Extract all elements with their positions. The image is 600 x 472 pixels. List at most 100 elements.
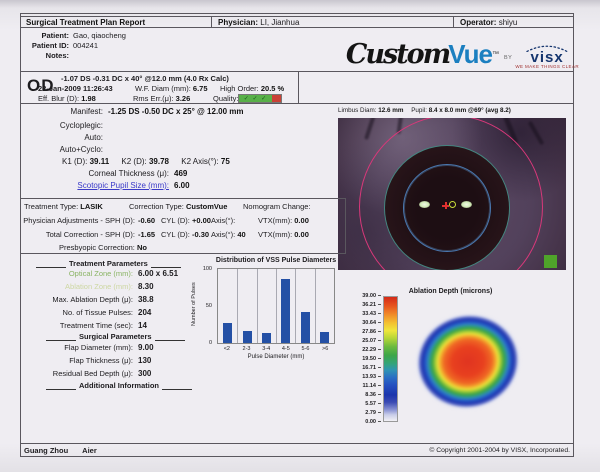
- footer-clinic: Guang ZhouAier: [24, 446, 111, 455]
- bar-chart-ytick: 0: [209, 340, 212, 346]
- logo-trademark: ™: [492, 51, 499, 58]
- bar-chart-xlabel: Pulse Diameter (mm): [205, 354, 347, 360]
- corneal-thickness-value: 469: [174, 169, 187, 178]
- treatment-type: Treatment Type: LASIK: [24, 202, 103, 211]
- adjustments-sph-value: -0.60: [138, 216, 155, 225]
- axis-label-2: Axis(°):: [211, 230, 235, 239]
- optical-zone-label: Optical Zone (mm):: [27, 269, 133, 278]
- scotopic-pupil-link[interactable]: Scotopic Pupil Size (mm):: [77, 181, 169, 190]
- rms-err: Rms Err.(μ): 3.26: [133, 94, 190, 103]
- additional-information-title: Additional Information: [79, 381, 159, 390]
- report-title-cell: Surgical Treatment Plan Report: [20, 17, 212, 27]
- ablation-zone-row: Ablation Zone (mm):8.30: [27, 282, 154, 291]
- colorbar-tick-label: 19.50: [362, 356, 381, 362]
- bar-chart-ytick: 50: [206, 303, 212, 309]
- flap-thickness-row: Flap Thickness (μ):130: [27, 356, 151, 365]
- tissue-pulses-row: No. of Tissue Pulses: 204: [27, 308, 151, 317]
- surgical-parameters-title: Surgical Parameters: [79, 332, 152, 341]
- visx-logo: visx WE MAKE THINGS CLEAR: [515, 45, 579, 69]
- footer-city: Guang Zhou: [24, 446, 68, 455]
- logo-by-text: BY: [504, 55, 512, 61]
- wavefront-exam-box: OD -1.07 DS -0.31 DC x 40° @12.0 mm (4.0…: [20, 71, 574, 104]
- optical-zone-row: Optical Zone (mm): 6.00 x 6.51: [27, 269, 178, 278]
- scanned-report-page: { "colors": { "bar_blue": "#2450a5", "li…: [0, 0, 600, 472]
- eyelash-shadow: [528, 121, 544, 146]
- colorbar-tick-label: 36.21: [362, 302, 381, 308]
- colorbar-tick-label: 30.64: [362, 320, 381, 326]
- footer-copyright: © Copyright 2001-2004 by VISX, Incorpora…: [429, 447, 570, 454]
- colorbar-tick-label: 33.43: [362, 311, 381, 317]
- eyelash-shadow: [364, 118, 376, 140]
- eye-photo: [338, 118, 566, 270]
- quality-checks: ✓ ✓ ✓: [239, 95, 272, 102]
- customvue-logo: CustomVue™ BY visx WE MAKE THINGS CLEAR: [321, 34, 579, 74]
- bar-chart-xtick: >6: [315, 346, 335, 352]
- flap-diameter-label: Flap Diameter (mm):: [27, 343, 133, 352]
- patient-label: Patient:: [25, 31, 69, 40]
- operator-cell: Operator: shiyu: [454, 17, 574, 27]
- physician-value: LI, Jianhua: [260, 18, 299, 27]
- bar-chart-title: Distribution of VSS Pulse Diameters: [205, 257, 347, 264]
- bar-chart-gridline: [295, 269, 296, 343]
- colorbar-tick-label: 25.07: [362, 338, 381, 344]
- nomogram-change-label: Nomogram Change:: [243, 202, 311, 211]
- reflection-dot-right: [461, 201, 472, 208]
- corneal-thickness-label: Corneal Thickness (μ):: [21, 169, 169, 178]
- high-order-value: 20.5 %: [261, 84, 284, 93]
- tissue-pulses-value: 204: [138, 308, 151, 317]
- eye-photo-caption: Limbus Diam: 12.6 mm Pupil: 8.4 x 8.0 mm…: [338, 107, 568, 114]
- cycloplegic-row: Cycloplegic:: [21, 121, 108, 130]
- wf-diam: W.F. Diam (mm): 6.75: [135, 84, 208, 93]
- patient-row: Patient:Gao, qiaocheng: [25, 31, 126, 40]
- total-sph-value: -1.65: [138, 230, 155, 239]
- bar-chart-plot: [217, 268, 335, 344]
- calibration-green-square: [544, 255, 557, 268]
- bar-chart-xtick: 5-6: [296, 346, 316, 352]
- quality-red-segment: [272, 95, 281, 102]
- correction-type-value: CustomVue: [186, 202, 227, 211]
- patient-id-row: Patient ID:004241: [25, 41, 98, 50]
- ablation-colorbar-ticks: 39.0036.2133.4330.6427.8625.0722.2919.50…: [343, 296, 381, 426]
- manifest-label: Manifest:: [21, 107, 103, 116]
- k2-label: K2 (D):: [121, 157, 146, 166]
- eff-blur-value: 1.98: [81, 94, 96, 103]
- bar-chart-xtick: 3-4: [256, 346, 276, 352]
- physician-label: Physician:: [218, 18, 258, 27]
- vtx-label-2: VTX(mm):: [258, 230, 292, 239]
- bar-chart-ylabel: Number of Pulses: [191, 282, 197, 326]
- physician-adjustments-row: Physician Adjustments - SPH (D):-0.60: [21, 216, 155, 225]
- bar-<2: [223, 323, 232, 343]
- total-cyl: CYL (D): -0.30: [161, 230, 209, 239]
- limbus-label: Limbus Diam:: [338, 107, 377, 114]
- total-cyl-value: -0.30: [192, 230, 209, 239]
- header-rule: [162, 382, 192, 390]
- optical-zone-value: 6.00 x 6.51: [138, 269, 178, 278]
- wavefront-rx-line: -1.07 DS -0.31 DC x 40° @12.0 mm (4.0 Rx…: [61, 74, 229, 83]
- rms-err-value: 3.26: [176, 94, 191, 103]
- header-rule: [36, 260, 66, 268]
- adjustments-axis: Axis(°):: [211, 216, 235, 225]
- colorbar-tick-label: 16.71: [362, 365, 381, 371]
- treatment-box: Treatment Type: LASIK Correction Type: C…: [20, 198, 346, 254]
- bar-2-3: [243, 331, 252, 343]
- header-rule: [46, 333, 76, 341]
- colorbar-tick-label: 27.86: [362, 329, 381, 335]
- bar-chart-xtick: <2: [217, 346, 237, 352]
- flap-diameter-row: Flap Diameter (mm):9.00: [27, 343, 154, 352]
- tissue-pulses-label: No. of Tissue Pulses:: [27, 308, 133, 317]
- rms-err-label: Rms Err.(μ):: [133, 94, 174, 103]
- center-crosshair-icon: [442, 202, 449, 209]
- colorbar-tick-label: 0.00: [365, 419, 381, 425]
- visx-wordmark: visx: [531, 52, 564, 63]
- ablation-colorbar: [383, 296, 398, 422]
- cycloplegic-label: Cycloplegic:: [21, 121, 103, 130]
- adjustments-vtx: VTX(mm): 0.00: [258, 216, 309, 225]
- residual-bed-depth-value: 300: [138, 369, 151, 378]
- correction-type-label: Correction Type:: [129, 202, 184, 211]
- bar-5-6: [301, 312, 310, 343]
- pupil-value: 8.4 x 8.0 mm @69° (avg 8.2): [429, 107, 511, 114]
- keratometry-row: K1 (D): 39.11 K2 (D): 39.78 K2 Axis(°): …: [62, 157, 230, 166]
- auto-cyclo-label: Auto+Cyclo:: [21, 145, 103, 154]
- eff-blur-label: Eff. Blur (D):: [38, 94, 79, 103]
- k2-axis-label: K2 Axis(°):: [181, 157, 218, 166]
